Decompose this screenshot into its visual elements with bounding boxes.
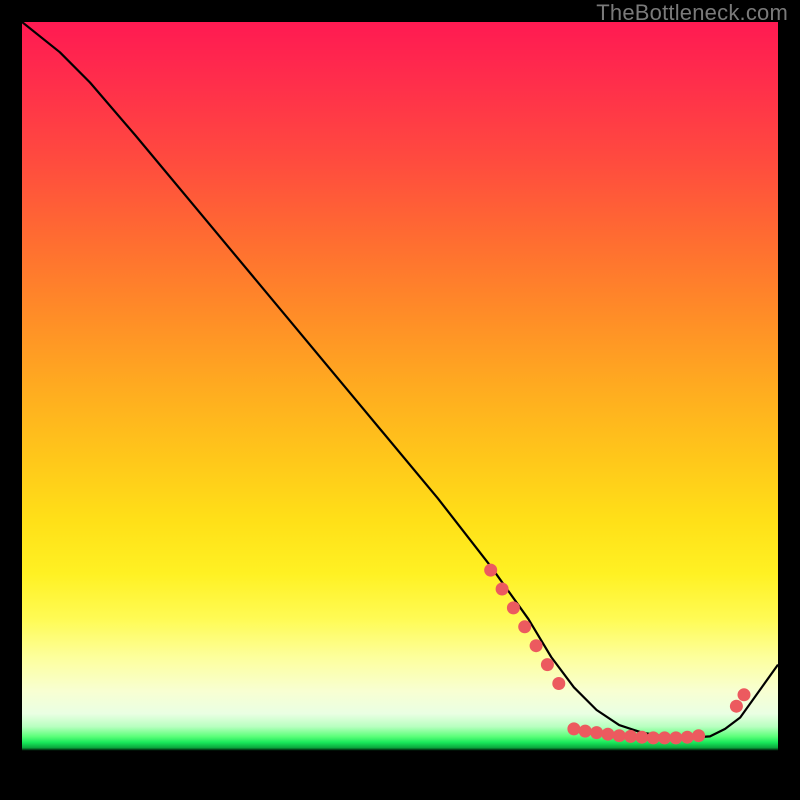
- chart-stage: TheBottleneck.com: [0, 0, 800, 800]
- watermark-text: TheBottleneck.com: [596, 0, 788, 26]
- chart-gradient-background: [22, 22, 778, 778]
